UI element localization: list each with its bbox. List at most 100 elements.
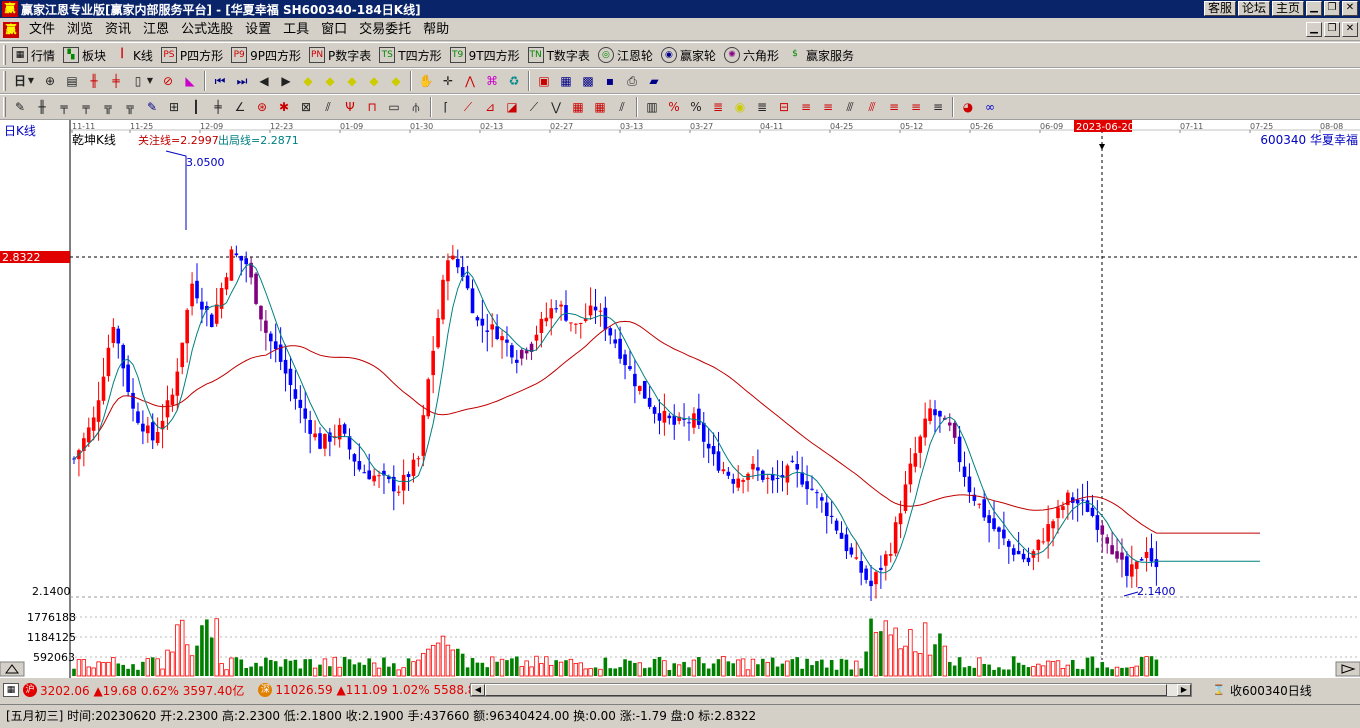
sectors-button[interactable]: ▚ 板块 (60, 44, 111, 66)
fork-tool-2[interactable]: ╦ (119, 96, 141, 118)
toolbar-grip[interactable] (3, 71, 6, 91)
shenzhen-index[interactable]: 11026.59 ▲111.09 1.02% 5588.82 (275, 683, 483, 697)
time-square-9-button[interactable]: T9 9T四方形 (447, 44, 525, 66)
ray-tool[interactable]: ⟋ (523, 96, 545, 118)
tri-tool[interactable]: Ψ (339, 96, 361, 118)
square-fan-tool[interactable]: ◪ (501, 96, 523, 118)
grid-tool-2[interactable]: ▦ (589, 96, 611, 118)
candle-up-tool[interactable]: ╫ (83, 70, 105, 92)
price-number-table-button[interactable]: PN P数字表 (306, 44, 376, 66)
diamond-tool-5[interactable]: ◆ (385, 70, 407, 92)
mdi-minimize-button[interactable]: ▁ (1306, 22, 1322, 37)
flag-tool[interactable]: ◣ (179, 70, 201, 92)
pan-tool[interactable]: ✋ (415, 70, 437, 92)
save-tool[interactable]: ▪ (599, 70, 621, 92)
table-tool[interactable]: ▩ (577, 70, 599, 92)
asterisk-tool[interactable]: ✱ (273, 96, 295, 118)
time-number-table-button[interactable]: TN T数字表 (525, 44, 595, 66)
close-chart-indicator[interactable]: ⌛ 收600340日线 (1212, 682, 1312, 699)
menu-browse[interactable]: 浏览 (61, 20, 99, 40)
fan-lines-tool-2[interactable]: ⫻ (861, 96, 883, 118)
grid-icon[interactable]: ▦ (3, 683, 19, 697)
go-first-tool[interactable]: ⏮ (209, 70, 231, 92)
crosshair-tool[interactable]: ✛ (437, 70, 459, 92)
menu-info[interactable]: 资讯 (99, 20, 137, 40)
speed-line-tool[interactable]: ⫽ (317, 96, 339, 118)
bar-style-tool[interactable]: ▯ ▼ (127, 70, 157, 92)
vertical-lines-tool[interactable]: ┃ (185, 96, 207, 118)
gann-box-tool[interactable]: ⊓ (361, 96, 383, 118)
channel-tool-2[interactable]: ╤ (75, 96, 97, 118)
time-square-button[interactable]: TS T四方形 (376, 44, 446, 66)
level-tool-5[interactable]: ≡ (883, 96, 905, 118)
circle-grid-tool[interactable]: ⊞ (163, 96, 185, 118)
calendar-tool[interactable]: ▣ (533, 70, 555, 92)
chart-canvas[interactable]: 11-11 11-25 12-09 12-23 01-09 01-30 02-13 02-27… (0, 120, 1360, 678)
restore-window-button[interactable]: ❐ (1324, 1, 1340, 16)
menu-formula-screening[interactable]: 公式选股 (175, 20, 239, 40)
info-tool[interactable]: ▤ (61, 70, 83, 92)
rect-tool[interactable]: ▭ (383, 96, 405, 118)
channel-tool-1[interactable]: ╤ (53, 96, 75, 118)
period-select[interactable]: 日 ▼ (9, 70, 39, 92)
angle-tool[interactable]: ∠ (229, 96, 251, 118)
kline-button[interactable]: ┃ K线 (111, 44, 158, 66)
scroll-right-arrow-icon[interactable]: ▶ (1177, 684, 1191, 696)
no-draw-tool[interactable]: ⊘ (157, 70, 179, 92)
percent-fan-tool[interactable]: % (663, 96, 685, 118)
level-tool-6[interactable]: ≡ (905, 96, 927, 118)
winner-wheel-button[interactable]: ◉ 赢家轮 (658, 44, 721, 66)
step-back-tool[interactable]: ◀ (253, 70, 275, 92)
scroll-left-control[interactable] (0, 661, 25, 677)
menu-tools[interactable]: 工具 (277, 20, 315, 40)
menu-settings[interactable]: 设置 (239, 20, 277, 40)
fork-tool[interactable]: ╦ (97, 96, 119, 118)
zoom-in-tool[interactable]: ⊕ (39, 70, 61, 92)
level-tool-7[interactable]: ≡ (927, 96, 949, 118)
calculator-tool[interactable]: ▦ (555, 70, 577, 92)
level-lines-tool[interactable]: ≣ (707, 96, 729, 118)
hexagon-button[interactable]: ✺ 六角形 (721, 44, 784, 66)
percent-tool[interactable]: % (685, 96, 707, 118)
menu-gann[interactable]: 江恩 (137, 20, 175, 40)
pen-tool[interactable]: ✎ (9, 96, 31, 118)
shanghai-index[interactable]: 3202.06 ▲19.68 0.62% 3597.40亿 (40, 682, 244, 699)
print-tool[interactable]: ⎙ (621, 70, 643, 92)
pen-tool-2[interactable]: ✎ (141, 96, 163, 118)
level-tool-3[interactable]: ≡ (795, 96, 817, 118)
infinity-tool[interactable]: ∞ (979, 96, 1001, 118)
parallel-tool[interactable]: ╫ (31, 96, 53, 118)
mdi-close-button[interactable]: ✕ (1342, 22, 1358, 37)
go-last-tool[interactable]: ⏭ (231, 70, 253, 92)
homepage-button[interactable]: 主页 (1271, 1, 1304, 16)
mdi-restore-button[interactable]: ❐ (1324, 22, 1340, 37)
left-bracket-tool[interactable]: ⌈ (435, 96, 457, 118)
step-forward-tool[interactable]: ▶ (275, 70, 297, 92)
close-window-button[interactable]: ✕ (1342, 1, 1358, 16)
scroll-left-arrow-icon[interactable]: ◀ (471, 684, 485, 696)
menu-window[interactable]: 窗口 (315, 20, 353, 40)
menu-file[interactable]: 文件 (23, 20, 61, 40)
diamond-tool-3[interactable]: ◆ (341, 70, 363, 92)
quotes-button[interactable]: ▦ 行情 (9, 44, 60, 66)
forum-button[interactable]: 论坛 (1237, 1, 1270, 16)
truck-tool[interactable]: ▰ (643, 70, 665, 92)
price-square-button[interactable]: PS P四方形 (158, 44, 228, 66)
diamond-tool-2[interactable]: ◆ (319, 70, 341, 92)
box-x-tool[interactable]: ⊠ (295, 96, 317, 118)
fan-lines-tool[interactable]: ⫻ (839, 96, 861, 118)
bars-tool[interactable]: ╪ (207, 96, 229, 118)
box-tool[interactable]: ⊟ (773, 96, 795, 118)
ruler-tool[interactable]: ▥ (641, 96, 663, 118)
price-square-9-button[interactable]: P9 9P四方形 (228, 44, 306, 66)
horizontal-scrollbar[interactable]: ◀ ▶ (470, 683, 1192, 697)
diamond-tool-4[interactable]: ◆ (363, 70, 385, 92)
line-tool[interactable]: ⋀ (459, 70, 481, 92)
target-tool[interactable]: ⊛ (251, 96, 273, 118)
coin-tool[interactable]: ◉ (729, 96, 751, 118)
customer-service-button[interactable]: 客服 (1203, 1, 1236, 16)
menu-app-icon[interactable]: 赢 (3, 21, 19, 38)
grid-tool[interactable]: ▦ (567, 96, 589, 118)
menu-help[interactable]: 帮助 (417, 20, 455, 40)
cycle-tool[interactable]: ♻ (503, 70, 525, 92)
